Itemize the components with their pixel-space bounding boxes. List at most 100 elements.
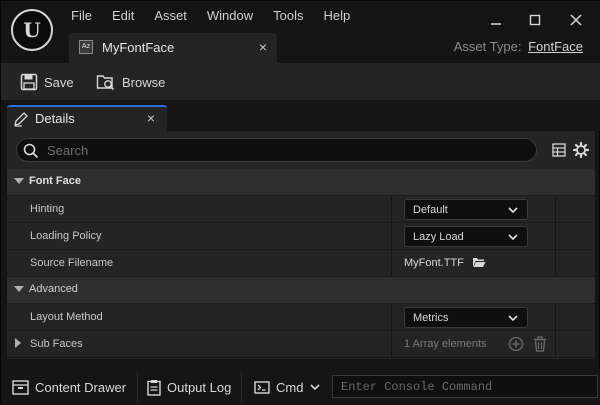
- menu-help[interactable]: Help: [313, 5, 360, 27]
- status-bar: Content Drawer Output Log Cmd: [1, 369, 600, 405]
- property-label: Hinting: [30, 203, 65, 215]
- content-drawer-button[interactable]: Content Drawer: [12, 376, 126, 398]
- chevron-down-icon: [508, 315, 518, 322]
- menu-asset[interactable]: Asset: [144, 5, 197, 27]
- asset-document-tab[interactable]: Az MyFontFace ×: [69, 33, 277, 63]
- column-divider: [555, 331, 556, 358]
- table-icon: [552, 143, 566, 157]
- settings-button[interactable]: [572, 141, 590, 159]
- category-font-face[interactable]: Font Face: [7, 169, 595, 196]
- minimize-icon: [491, 23, 501, 25]
- title-bar: U File Edit Asset Window Tools Help Az M…: [1, 1, 600, 63]
- asset-toolbar: Save Browse: [1, 63, 600, 100]
- column-divider[interactable]: [391, 304, 392, 331]
- close-window-button[interactable]: [565, 9, 587, 31]
- minimize-button[interactable]: [485, 9, 507, 31]
- loading-policy-dropdown[interactable]: Lazy Load: [404, 226, 528, 247]
- dropdown-value: Metrics: [413, 312, 449, 324]
- asset-type-prefix: Asset Type:: [453, 39, 522, 54]
- column-divider[interactable]: [391, 196, 392, 223]
- output-log-icon: [147, 379, 161, 396]
- status-separator: [241, 373, 242, 402]
- output-log-label: Output Log: [167, 379, 232, 395]
- status-separator: [137, 373, 138, 402]
- unreal-logo-icon[interactable]: U: [11, 9, 53, 51]
- property-row-hinting: Hinting Default: [7, 196, 595, 223]
- details-tab-bar: Details ×: [1, 100, 600, 131]
- category-label: Font Face: [29, 175, 81, 187]
- property-row-source-filename: Source Filename MyFont.TTF: [7, 250, 595, 277]
- console-command-input[interactable]: [333, 376, 597, 397]
- column-divider: [555, 304, 556, 331]
- property-label: Source Filename: [30, 257, 114, 269]
- gear-icon: [573, 142, 589, 158]
- column-divider[interactable]: [391, 223, 392, 250]
- close-icon: [570, 14, 582, 26]
- font-face-editor-window: U File Edit Asset Window Tools Help Az M…: [0, 0, 600, 405]
- chevron-down-icon: [508, 207, 518, 214]
- asset-tab-label: MyFontFace: [102, 40, 175, 55]
- open-folder-icon[interactable]: [472, 256, 486, 268]
- menu-bar: File Edit Asset Window Tools Help: [61, 5, 360, 27]
- collapse-arrow-icon: [14, 178, 24, 184]
- chevron-down-icon: [508, 234, 518, 241]
- maximize-icon: [529, 14, 541, 26]
- column-divider: [555, 223, 556, 250]
- array-count: 1 Array elements: [404, 338, 487, 350]
- menu-window[interactable]: Window: [197, 5, 263, 27]
- category-advanced[interactable]: Advanced: [7, 277, 595, 304]
- tab-close-button[interactable]: ×: [259, 39, 267, 55]
- trash-icon[interactable]: [533, 336, 547, 352]
- add-element-icon[interactable]: [508, 336, 524, 352]
- collapse-arrow-icon: [14, 286, 24, 292]
- browse-icon: [96, 75, 115, 91]
- browse-label: Browse: [122, 74, 166, 90]
- console-command-box[interactable]: [332, 375, 598, 398]
- save-label: Save: [44, 74, 74, 90]
- logo-glyph: U: [23, 18, 41, 42]
- details-search[interactable]: [16, 138, 537, 162]
- terminal-icon: [254, 380, 270, 394]
- content-drawer-label: Content Drawer: [35, 379, 127, 395]
- pencil-icon: [14, 112, 28, 127]
- property-label: Sub Faces: [30, 338, 83, 350]
- menu-file[interactable]: File: [61, 5, 102, 27]
- maximize-button[interactable]: [524, 9, 546, 31]
- search-input[interactable]: [47, 141, 527, 159]
- browse-button[interactable]: Browse: [96, 71, 165, 93]
- column-divider[interactable]: [391, 250, 392, 277]
- save-icon: [20, 73, 38, 91]
- asset-type-link[interactable]: FontFace: [528, 39, 583, 54]
- menu-tools[interactable]: Tools: [263, 5, 313, 27]
- dropdown-value: Lazy Load: [413, 231, 464, 243]
- source-filename-value: MyFont.TTF: [404, 257, 464, 269]
- content-drawer-icon: [12, 379, 29, 395]
- column-divider: [555, 196, 556, 223]
- category-label: Advanced: [29, 283, 78, 295]
- property-row-layout-method: Layout Method Metrics: [7, 304, 595, 331]
- property-label: Layout Method: [30, 311, 103, 323]
- chevron-down-icon: [310, 384, 321, 391]
- dropdown-value: Default: [413, 204, 448, 216]
- column-divider[interactable]: [391, 331, 392, 358]
- details-tab-close-button[interactable]: ×: [147, 110, 155, 126]
- property-row-sub-faces[interactable]: Sub Faces 1 Array elements: [7, 331, 595, 358]
- output-log-button[interactable]: Output Log: [147, 376, 231, 398]
- asset-type-indicator: Asset Type: FontFace: [454, 39, 583, 54]
- cmd-label: Cmd: [276, 379, 304, 395]
- cmd-dropdown-button[interactable]: Cmd: [254, 376, 321, 398]
- menu-edit[interactable]: Edit: [102, 5, 144, 27]
- property-label: Loading Policy: [30, 230, 102, 242]
- hinting-dropdown[interactable]: Default: [404, 199, 528, 220]
- property-row-loading-policy: Loading Policy Lazy Load: [7, 223, 595, 250]
- expand-arrow-icon[interactable]: [15, 338, 21, 348]
- search-icon: [23, 143, 39, 159]
- property-matrix-button[interactable]: [550, 141, 568, 159]
- font-face-asset-icon: Az: [79, 40, 93, 54]
- column-divider: [555, 250, 556, 277]
- layout-method-dropdown[interactable]: Metrics: [404, 307, 528, 328]
- tab-details[interactable]: Details ×: [7, 105, 167, 131]
- details-tab-label: Details: [35, 111, 75, 126]
- save-button[interactable]: Save: [20, 71, 74, 93]
- details-panel: Font Face Hinting Default Loading Policy…: [7, 131, 595, 359]
